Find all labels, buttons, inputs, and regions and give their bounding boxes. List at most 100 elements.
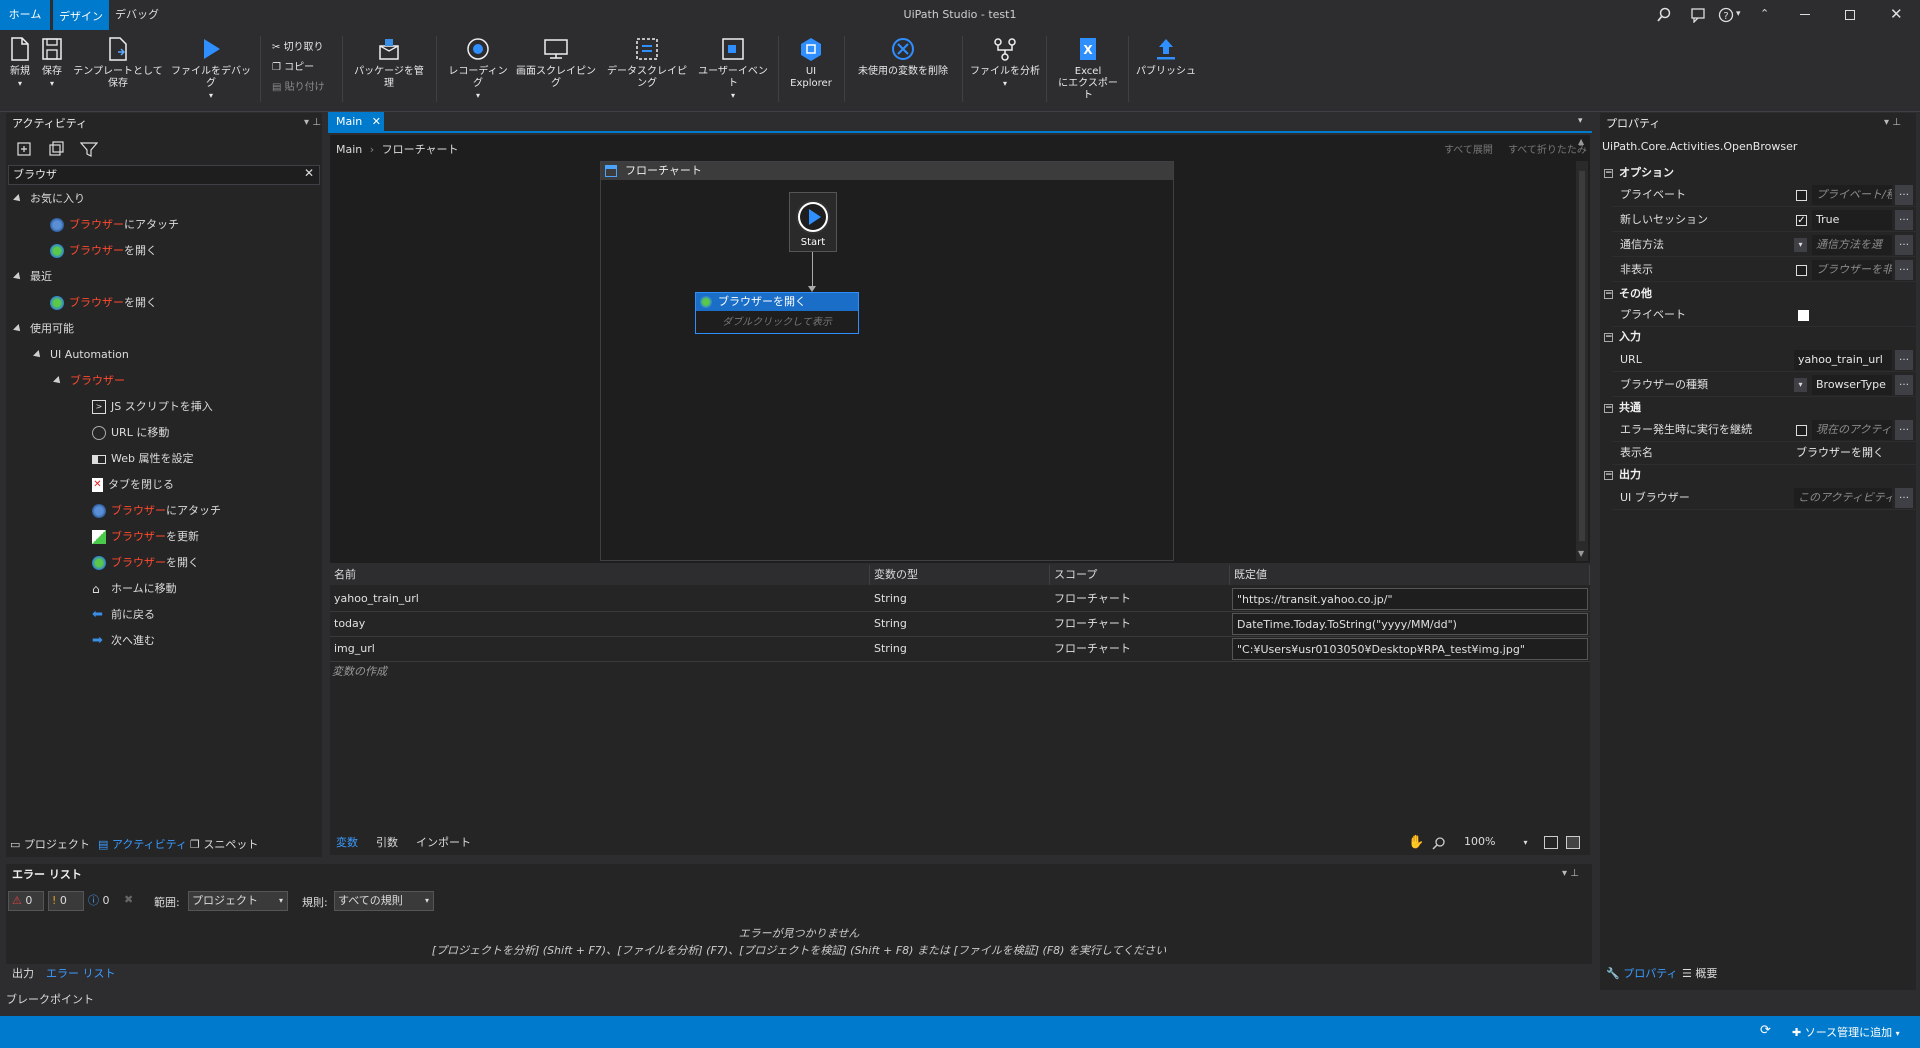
prop-new-session-value[interactable]: True <box>1812 210 1892 230</box>
list-item[interactable]: ⌂ ホームに移動 <box>92 579 177 599</box>
misc-private-checkbox[interactable] <box>1798 310 1809 321</box>
prop-comm-method[interactable]: 通信方法 ▾ 通信方法を選… <box>1612 233 1916 257</box>
breadcrumb-flowchart[interactable]: フローチャート <box>382 143 459 156</box>
cut-button[interactable]: ✂ 切り取り <box>272 38 324 53</box>
prop-url[interactable]: URL yahoo_train_url… <box>1612 348 1916 372</box>
tab-outline[interactable]: ☰ 概要 <box>1682 964 1717 984</box>
tab-dropdown-icon[interactable]: ▾ <box>1578 116 1583 126</box>
var-default[interactable]: "https://transit.yahoo.co.jp/" <box>1232 588 1588 610</box>
rule-dropdown[interactable]: すべての規則 ▾ <box>334 891 434 911</box>
tab-snippets[interactable]: ❐ スニペット <box>190 835 258 855</box>
collapse-all-icon[interactable] <box>48 141 64 157</box>
list-item[interactable]: ブラウザーを開く <box>92 553 199 573</box>
prop-url-value[interactable]: yahoo_train_url <box>1794 350 1892 370</box>
prop-browser-type-value[interactable]: BrowserType <box>1812 375 1892 395</box>
info-filter-button[interactable]: ⓘ 0 <box>88 891 120 911</box>
var-name[interactable]: img_url <box>330 637 870 661</box>
tab-activities[interactable]: ▤ アクティビティ <box>98 835 187 855</box>
source-control-button[interactable]: ✚ ソース管理に追加 ▾ <box>1792 1024 1900 1040</box>
tree-available[interactable]: 使用可能 <box>13 319 74 339</box>
warning-filter-button[interactable]: ! 0 <box>48 891 84 911</box>
ellipsis-button[interactable]: … <box>1895 185 1913 205</box>
prop-comm-value[interactable]: 通信方法を選 <box>1812 235 1892 255</box>
prop-misc-private[interactable]: プライベート <box>1612 303 1916 327</box>
tab-design[interactable]: デザイン <box>53 0 109 30</box>
start-node[interactable]: Start <box>789 192 837 252</box>
ellipsis-button[interactable]: … <box>1895 210 1913 230</box>
user-events-button[interactable]: ユーザーイベント ▾ <box>696 34 770 102</box>
tab-variables[interactable]: 変数 <box>336 833 358 853</box>
tab-imports[interactable]: インポート <box>416 833 471 853</box>
scope-dropdown[interactable]: プロジェクト ▾ <box>188 891 288 911</box>
var-default[interactable]: "C:¥Users¥usr0103050¥Desktop¥RPA_test¥im… <box>1232 638 1588 660</box>
paste-button[interactable]: ▤ 貼り付け <box>272 78 325 93</box>
prop-private-value[interactable]: プライベート/種 <box>1812 185 1892 205</box>
ui-explorer-button[interactable]: UI Explorer <box>786 34 836 90</box>
prop-browser-type[interactable]: ブラウザーの種類 ▾ BrowserType… <box>1612 373 1916 397</box>
tab-debug[interactable]: デバッグ <box>112 0 162 30</box>
dropdown-button[interactable]: ▾ <box>1794 378 1807 392</box>
table-row[interactable]: yahoo_train_url String フローチャート "https://… <box>330 587 1590 612</box>
tab-home[interactable]: ホーム <box>0 0 50 30</box>
list-item[interactable]: ✕ タブを閉じる <box>92 475 174 495</box>
chevron-down-icon[interactable]: ▾ <box>1736 9 1741 19</box>
ellipsis-button[interactable]: … <box>1895 375 1913 395</box>
var-name[interactable]: today <box>330 612 870 636</box>
section-misc[interactable]: − その他 <box>1604 284 1652 304</box>
prop-continue-on-error[interactable]: エラー発生時に実行を継続 現在のアクティ… <box>1612 418 1916 442</box>
copy-button[interactable]: ❐ コピー <box>272 58 314 73</box>
var-type[interactable]: String <box>870 587 1050 611</box>
ellipsis-button[interactable]: … <box>1895 350 1913 370</box>
prop-display-name-value[interactable]: ブラウザーを開く <box>1792 443 1912 463</box>
list-item[interactable]: ブラウザーを開く <box>50 293 157 313</box>
collapse-all-link[interactable]: すべて折りたたみ <box>1508 141 1587 156</box>
scroll-up-icon[interactable]: ▲ <box>1578 137 1584 146</box>
ellipsis-button[interactable]: … <box>1895 420 1913 440</box>
prop-continue-value[interactable]: 現在のアクティ <box>1812 420 1892 440</box>
zoom-level[interactable]: 100% ▾ <box>1464 835 1527 848</box>
new-button[interactable]: 新規 ▾ <box>6 34 34 90</box>
tab-arguments[interactable]: 引数 <box>376 833 398 853</box>
debug-file-button[interactable]: ファイルをデバッグ ▾ <box>170 34 252 102</box>
pin-icon[interactable]: ▾ ⊥ <box>1562 868 1579 879</box>
ellipsis-button[interactable]: … <box>1895 488 1913 508</box>
continue-checkbox[interactable] <box>1796 425 1807 436</box>
open-browser-activity[interactable]: ブラウザーを開く ダブルクリックして表示 <box>695 292 859 334</box>
tab-project[interactable]: ▭ プロジェクト <box>10 835 90 855</box>
chevron-up-icon[interactable]: ⌃ <box>1760 7 1769 20</box>
overview-icon[interactable] <box>1566 836 1580 849</box>
new-session-checkbox[interactable]: ✓ <box>1796 215 1807 226</box>
tree-ui-automation[interactable]: UI Automation <box>33 345 129 365</box>
save-template-button[interactable]: テンプレートとして保存 <box>72 34 164 90</box>
canvas-vertical-scrollbar[interactable] <box>1576 161 1588 561</box>
tab-error-list[interactable]: エラー リスト <box>46 964 116 984</box>
close-icon[interactable]: ✕ <box>1890 5 1903 23</box>
error-filter-button[interactable]: ⚠ 0 <box>8 891 44 911</box>
prop-hidden-value[interactable]: ブラウザーを非 <box>1812 260 1892 280</box>
list-item[interactable]: Web 属性を設定 <box>92 449 193 469</box>
expand-all-icon[interactable] <box>16 141 32 157</box>
list-item[interactable]: ブラウザーにアタッチ <box>50 215 179 235</box>
publish-button[interactable]: パブリッシュ <box>1134 34 1198 78</box>
var-type[interactable]: String <box>870 637 1050 661</box>
restore-icon[interactable] <box>1845 10 1855 20</box>
private-checkbox[interactable] <box>1796 190 1807 201</box>
var-default[interactable]: DateTime.Today.ToString("yyyy/MM/dd") <box>1232 613 1588 635</box>
breadcrumb-main[interactable]: Main <box>336 143 362 156</box>
prop-new-session[interactable]: 新しいセッション ✓ True… <box>1612 208 1916 232</box>
clear-errors-icon[interactable]: ✖ <box>124 893 133 906</box>
scroll-down-icon[interactable]: ▼ <box>1578 549 1584 558</box>
col-header-scope[interactable]: スコープ <box>1050 565 1230 585</box>
help-icon[interactable]: ? <box>1718 7 1734 23</box>
prop-private[interactable]: プライベート プライベート/種… <box>1612 183 1916 207</box>
pin-icon[interactable]: ▾ ⊥ <box>1884 117 1901 128</box>
search-icon[interactable] <box>1656 7 1672 23</box>
sync-icon[interactable]: ⟳ <box>1760 1023 1771 1038</box>
remove-unused-button[interactable]: 未使用の変数を削除 <box>852 34 954 78</box>
table-row[interactable]: today String フローチャート DateTime.Today.ToSt… <box>330 612 1590 637</box>
var-scope[interactable]: フローチャート <box>1050 637 1230 661</box>
var-scope[interactable]: フローチャート <box>1050 612 1230 636</box>
hidden-checkbox[interactable] <box>1796 265 1807 276</box>
tab-main[interactable]: Main ✕ <box>328 112 384 132</box>
tree-favorites[interactable]: お気に入り <box>13 189 85 209</box>
